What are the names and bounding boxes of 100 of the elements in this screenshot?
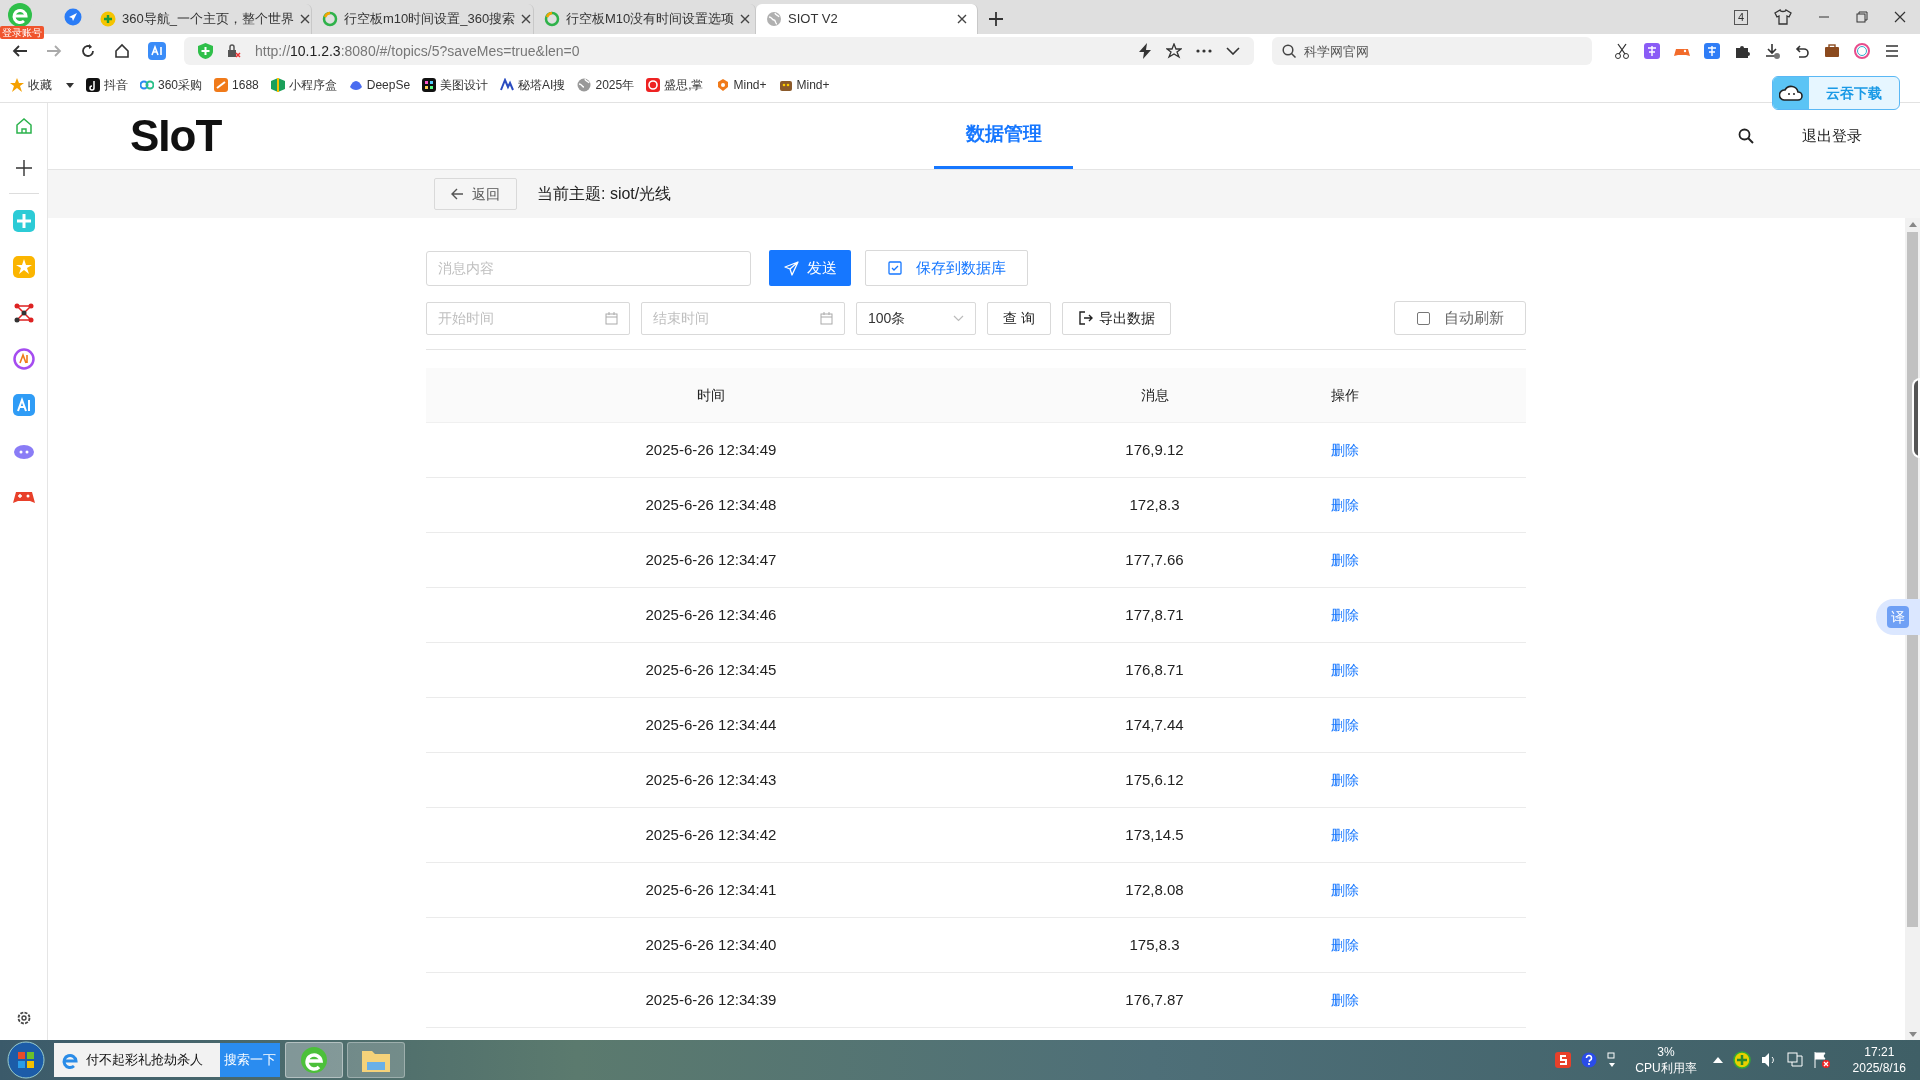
tab-count[interactable]: 4 bbox=[1733, 9, 1748, 25]
bookmark-item[interactable]: 2025年 bbox=[577, 73, 635, 97]
date-field[interactable]: 开始时间 bbox=[426, 301, 630, 335]
start-button-icon[interactable] bbox=[7, 1041, 45, 1079]
restore-icon[interactable] bbox=[1856, 11, 1868, 23]
bookmark-item[interactable]: Mind+ bbox=[778, 73, 830, 97]
close-icon[interactable] bbox=[957, 14, 967, 24]
bookmark-item[interactable]: 盛思,掌 bbox=[646, 73, 704, 97]
bookmark-item[interactable]: 收藏 bbox=[10, 73, 74, 97]
close-icon[interactable] bbox=[1894, 11, 1906, 23]
send-button[interactable]: 发送 bbox=[769, 250, 851, 286]
bookmark-item[interactable]: 1688 bbox=[214, 73, 259, 97]
close-icon[interactable] bbox=[740, 14, 751, 24]
scissors-icon[interactable] bbox=[1614, 43, 1630, 59]
translate-icon[interactable] bbox=[1704, 43, 1720, 59]
delete-link[interactable]: 删除 bbox=[1331, 937, 1359, 953]
plus-icon[interactable] bbox=[14, 159, 33, 177]
delete-link[interactable]: 删除 bbox=[1331, 662, 1359, 678]
grid-tile-icon bbox=[422, 78, 437, 92]
limit-select[interactable]: 100条 bbox=[856, 301, 976, 335]
table-cell-text: 2025-6-26 12:34:41 bbox=[644, 879, 778, 900]
delete-link[interactable]: 删除 bbox=[1331, 882, 1359, 898]
taskbar-search-field[interactable]: 付不起彩礼抢劫杀人 bbox=[54, 1043, 220, 1077]
column-header: 消息 bbox=[1139, 385, 1170, 405]
tab-title: 360导航_一个主页，整个世界 bbox=[122, 10, 294, 29]
export-button[interactable]: 导出数据 bbox=[1062, 301, 1171, 335]
delete-link[interactable]: 删除 bbox=[1331, 827, 1359, 843]
table-cell-text: 176,9.12 bbox=[1124, 439, 1185, 460]
browser-tab[interactable]: SIOT V2 bbox=[756, 4, 978, 34]
table-cell-text: 2025-6-26 12:34:39 bbox=[644, 989, 778, 1010]
close-icon[interactable] bbox=[299, 14, 310, 24]
ai-icon[interactable] bbox=[148, 42, 166, 60]
bookmark-item[interactable]: 抖音 bbox=[86, 73, 128, 97]
cpu-label: CPU利用率 bbox=[1635, 1060, 1697, 1076]
bookmark-item[interactable]: 美图设计 bbox=[422, 73, 489, 97]
plus-circle-icon[interactable] bbox=[1732, 1051, 1751, 1069]
ai-icon[interactable] bbox=[12, 394, 35, 416]
bookmark-item[interactable]: Mind+ bbox=[715, 73, 767, 97]
speaker-icon[interactable] bbox=[1760, 1052, 1777, 1068]
table-cell-text: 172,8.08 bbox=[1124, 879, 1185, 900]
table-cell-text: 2025-6-26 12:34:44 bbox=[644, 714, 778, 735]
download-icon[interactable] bbox=[1764, 43, 1780, 59]
scrollbar[interactable] bbox=[1905, 218, 1920, 1040]
ai-ring-icon[interactable] bbox=[1854, 43, 1870, 59]
new-tab-icon[interactable] bbox=[989, 12, 1003, 26]
delete-link[interactable]: 删除 bbox=[1331, 717, 1359, 733]
star-icon bbox=[10, 78, 24, 92]
delete-link[interactable]: 删除 bbox=[1331, 992, 1359, 1008]
query-button[interactable]: 查 询 bbox=[987, 301, 1051, 335]
ime-icon[interactable] bbox=[1555, 1052, 1572, 1068]
star-icon[interactable] bbox=[1166, 43, 1182, 59]
delete-link[interactable]: 删除 bbox=[1331, 497, 1359, 513]
close-icon[interactable] bbox=[521, 14, 532, 24]
ai-ring-icon[interactable] bbox=[12, 348, 35, 370]
auto-refresh-toggle[interactable]: 自动刷新 bbox=[1394, 301, 1526, 335]
settings-icon[interactable] bbox=[15, 1010, 32, 1026]
address-bar[interactable]: http://10.1.2.3:8080/#/topics/5?saveMes=true&len=0 bbox=[184, 37, 1254, 65]
delete-link[interactable]: 删除 bbox=[1331, 442, 1359, 458]
checkbox[interactable] bbox=[1416, 311, 1430, 325]
chevron-down-icon[interactable] bbox=[1226, 47, 1240, 55]
more-icon[interactable] bbox=[1196, 49, 1212, 53]
translate-icon[interactable] bbox=[1644, 43, 1660, 59]
compass-icon[interactable] bbox=[64, 8, 82, 26]
briefcase-icon[interactable] bbox=[1824, 43, 1840, 59]
delete-link[interactable]: 删除 bbox=[1331, 552, 1359, 568]
back-button[interactable]: 返回 bbox=[434, 178, 517, 210]
bookmark-item[interactable]: 360采购 bbox=[140, 73, 203, 97]
help-icon[interactable] bbox=[1581, 1052, 1598, 1068]
table-cell-text: 2025-6-26 12:34:46 bbox=[644, 604, 778, 625]
puzzle-icon[interactable] bbox=[1734, 43, 1750, 59]
app-logo: SIoT bbox=[130, 114, 222, 158]
taskbar-explorer-app[interactable] bbox=[347, 1042, 405, 1078]
logout-link[interactable]: 退出登录 bbox=[1802, 124, 1862, 148]
delete-link[interactable]: 删除 bbox=[1331, 607, 1359, 623]
flag-error-icon[interactable] bbox=[1812, 1051, 1831, 1069]
back-icon[interactable] bbox=[12, 43, 28, 59]
menu-icon[interactable] bbox=[1884, 43, 1900, 59]
window-switch-icon[interactable] bbox=[1607, 1052, 1618, 1068]
table-cell-text: 2025-6-26 12:34:49 bbox=[644, 439, 778, 460]
bookmark-item[interactable]: 秘塔AI搜 bbox=[500, 73, 566, 97]
delete-link[interactable]: 删除 bbox=[1331, 772, 1359, 788]
caret-icon[interactable] bbox=[66, 82, 74, 88]
search-field[interactable]: 科学网官网 bbox=[1272, 37, 1592, 65]
reload-icon[interactable] bbox=[80, 43, 96, 59]
search-icon[interactable] bbox=[1738, 128, 1754, 144]
globe-icon bbox=[766, 11, 782, 27]
home-icon[interactable] bbox=[114, 43, 130, 59]
network-icon[interactable] bbox=[12, 302, 35, 324]
date-field[interactable]: 结束时间 bbox=[641, 301, 845, 335]
tray-expand-icon[interactable] bbox=[1712, 1057, 1723, 1063]
undo-icon[interactable] bbox=[1794, 43, 1810, 59]
table-cell-text: 176,7.87 bbox=[1124, 989, 1185, 1010]
message-input[interactable]: 消息内容 bbox=[426, 250, 751, 286]
shirt-icon[interactable] bbox=[1774, 9, 1792, 25]
save-button[interactable]: 保存到数据库 bbox=[865, 250, 1028, 286]
bookmark-item[interactable]: DeepSe bbox=[348, 73, 411, 97]
taskbar-browser-app[interactable] bbox=[285, 1042, 343, 1078]
lightning-icon[interactable] bbox=[1138, 43, 1152, 59]
bookmark-item[interactable]: 小程序盒 bbox=[270, 73, 337, 97]
side-handle[interactable] bbox=[1912, 378, 1920, 458]
